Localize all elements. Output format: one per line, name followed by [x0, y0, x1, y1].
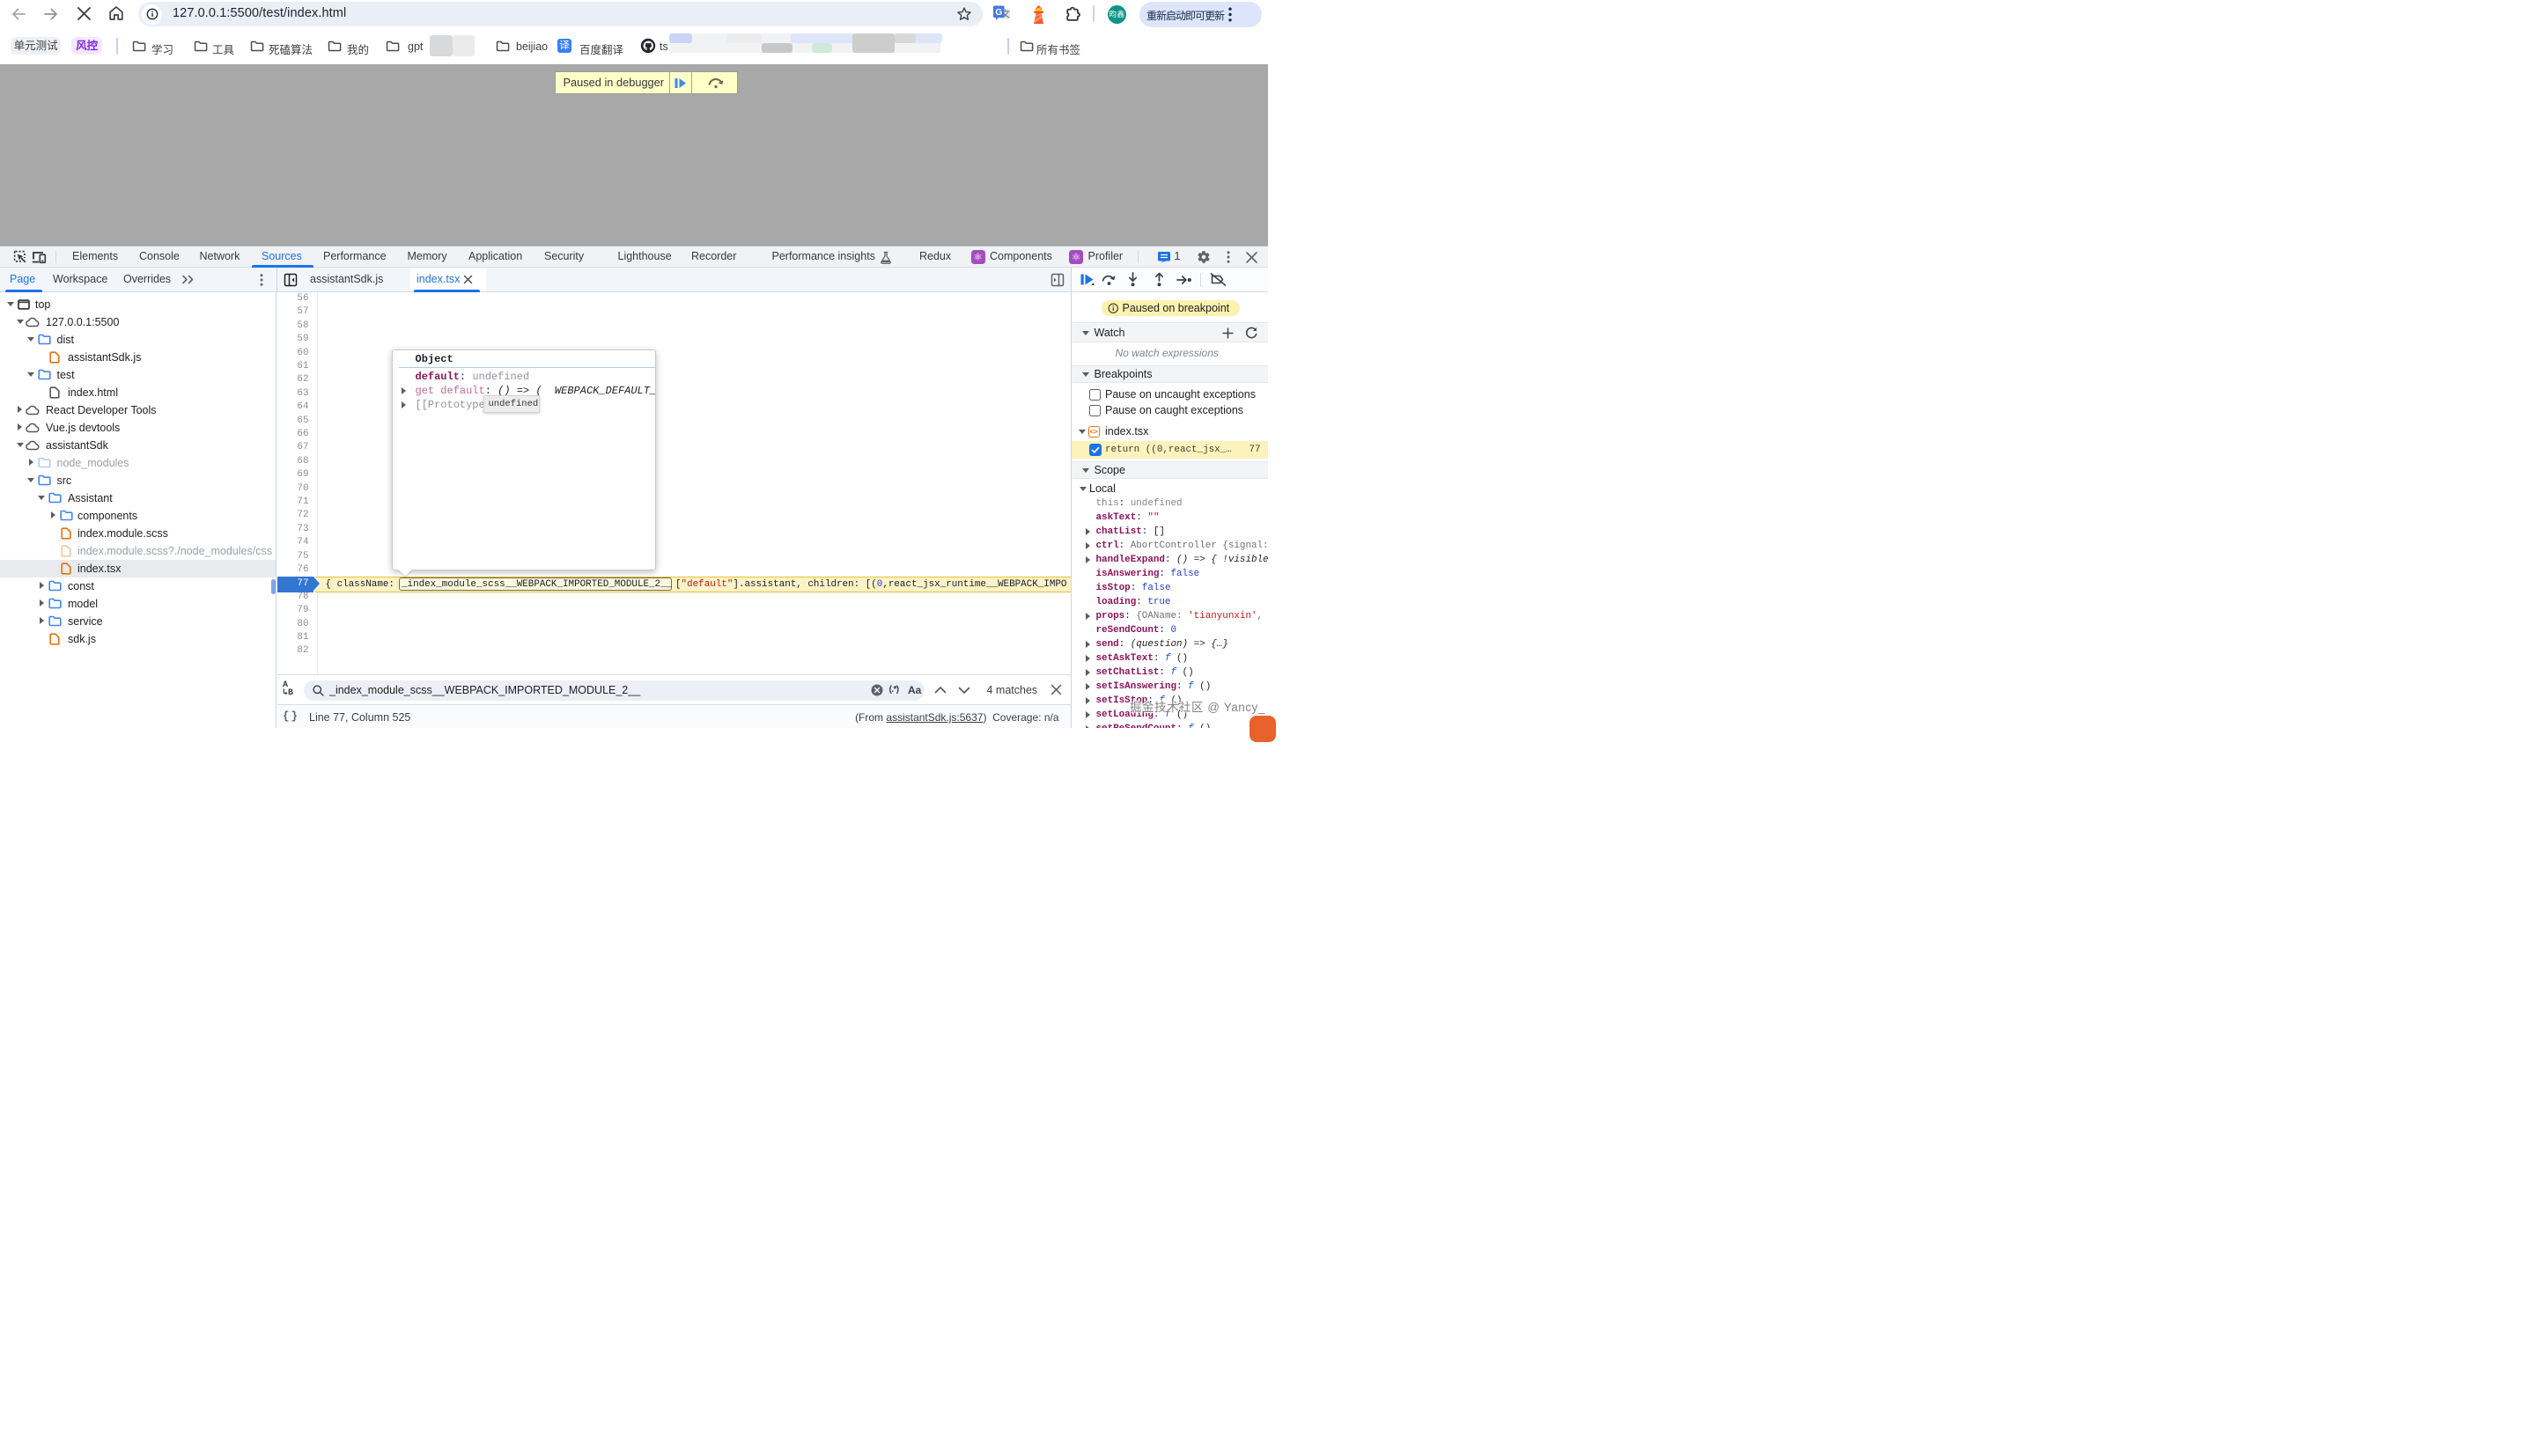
- svg-text:G: G: [995, 6, 1002, 17]
